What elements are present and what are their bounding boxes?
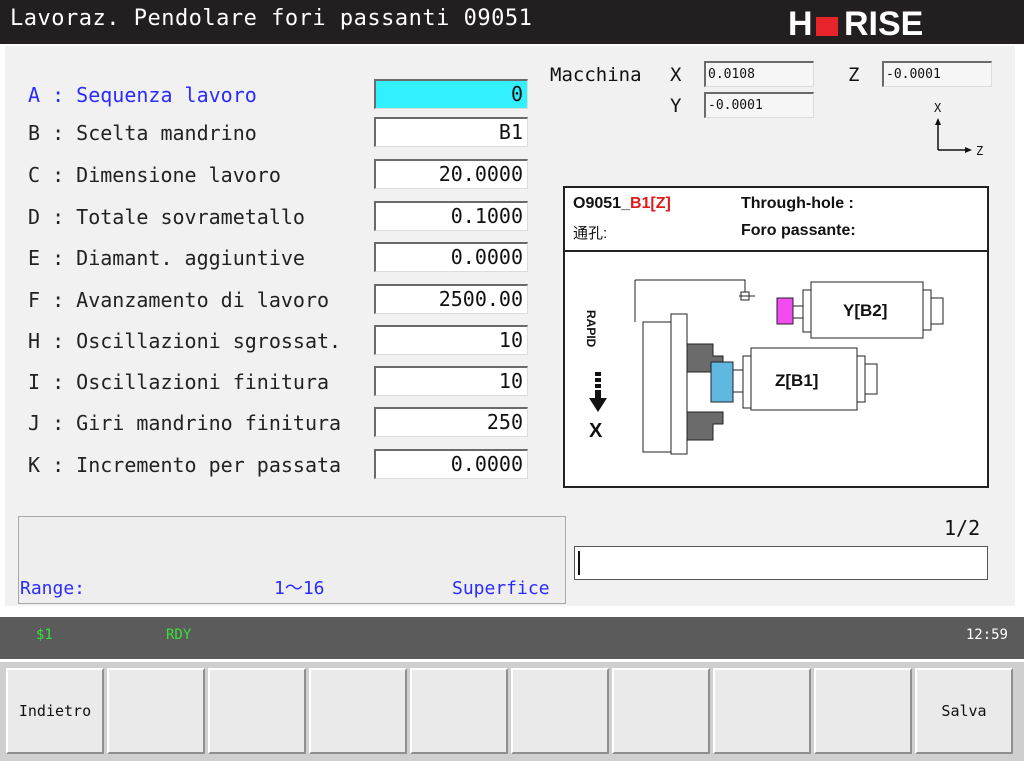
param-b-label: B : Scelta mandrino xyxy=(28,121,257,145)
param-h-field[interactable]: 10 xyxy=(374,325,528,355)
param-a-field[interactable]: 0 xyxy=(374,79,528,109)
spindle-y-label: Y[B2] xyxy=(843,301,887,320)
coord-z-label: Z xyxy=(848,64,860,86)
coord-y-value: -0.0001 xyxy=(704,92,814,118)
diagram-code: O9051_B1[Z] xyxy=(573,195,671,212)
command-input[interactable] xyxy=(574,546,988,580)
coord-z-value: -0.0001 xyxy=(882,61,992,87)
diagram-header: O9051_B1[Z] 通孔: Through-hole : Foro pass… xyxy=(565,188,987,252)
softkey-bar: Indietro Salva xyxy=(0,662,1024,761)
x-axis-label: X xyxy=(589,420,603,442)
softkey-5[interactable] xyxy=(410,668,508,754)
text-cursor xyxy=(578,551,580,575)
param-e-field[interactable]: 0.0000 xyxy=(374,242,528,272)
param-j-field[interactable]: 250 xyxy=(374,407,528,437)
status-time: 12:59 xyxy=(965,627,1008,643)
softkey-7[interactable] xyxy=(612,668,710,754)
diagram-title-en: Through-hole : xyxy=(741,195,854,212)
machining-sketch: RAPID X Y[B2] Z[B1] xyxy=(584,279,944,455)
softkey-salva[interactable]: Salva xyxy=(915,668,1013,754)
screen-title: Lavoraz. Pendolare fori passanti 09051 xyxy=(10,6,533,31)
softkey-8[interactable] xyxy=(713,668,811,754)
range-value: 1～16 xyxy=(274,578,325,599)
rapid-label: RAPID xyxy=(584,310,598,348)
param-h-label: H : Oscillazioni sgrossat. xyxy=(28,329,342,353)
range-label: Range: xyxy=(20,578,86,599)
param-e-label: E : Diamant. aggiuntive xyxy=(28,246,305,270)
coord-y-label: Y xyxy=(670,95,682,117)
axis-x-label: X xyxy=(934,101,942,115)
diagram-title-it: Foro passante: xyxy=(741,222,856,239)
param-a-label: A : Sequenza lavoro xyxy=(28,83,257,107)
status-program: $1 xyxy=(36,627,53,643)
machine-label: Macchina xyxy=(550,64,642,86)
axis-indicator: X Z xyxy=(934,101,983,158)
softkey-2[interactable] xyxy=(107,668,205,754)
softkey-9[interactable] xyxy=(814,668,912,754)
range-name: Superfice xyxy=(452,578,550,599)
param-d-label: D : Totale sovrametallo xyxy=(28,205,305,229)
param-i-label: I : Oscillazioni finitura xyxy=(28,370,330,394)
axis-z-label: Z xyxy=(976,144,983,158)
param-i-field[interactable]: 10 xyxy=(374,366,528,396)
softkey-indietro[interactable]: Indietro xyxy=(6,668,104,754)
param-f-field[interactable]: 2500.00 xyxy=(374,284,528,314)
page-indicator: 1/2 xyxy=(944,516,981,540)
svg-text:RISE: RISE xyxy=(844,5,923,40)
softkey-6[interactable] xyxy=(511,668,609,754)
coord-x-value: 0.0108 xyxy=(704,61,814,87)
status-state: RDY xyxy=(166,627,192,643)
param-k-field[interactable]: 0.0000 xyxy=(374,449,528,479)
param-k-label: K : Incremento per passata xyxy=(28,453,342,477)
param-c-label: C : Dimensione lavoro xyxy=(28,163,281,187)
param-d-field[interactable]: 0.1000 xyxy=(374,201,528,231)
param-c-field[interactable]: 20.0000 xyxy=(374,159,528,189)
spindle-z-label: Z[B1] xyxy=(775,371,818,390)
title-bar: Lavoraz. Pendolare fori passanti 09051 H… xyxy=(0,0,1024,44)
operation-diagram: O9051_B1[Z] 通孔: Through-hole : Foro pass… xyxy=(563,186,989,488)
coord-x-label: X xyxy=(670,64,682,86)
softkey-3[interactable] xyxy=(208,668,306,754)
param-j-label: J : Giri mandrino finitura xyxy=(28,411,342,435)
softkey-4[interactable] xyxy=(309,668,407,754)
param-b-field[interactable]: B1 xyxy=(374,117,528,147)
diagram-cn-label: 通孔: xyxy=(573,225,608,242)
svg-text:H: H xyxy=(788,5,813,40)
param-f-label: F : Avanzamento di lavoro xyxy=(28,288,330,312)
hurise-logo: H RISE xyxy=(788,5,923,40)
status-bar: $1 RDY 12:59 xyxy=(0,617,1024,659)
